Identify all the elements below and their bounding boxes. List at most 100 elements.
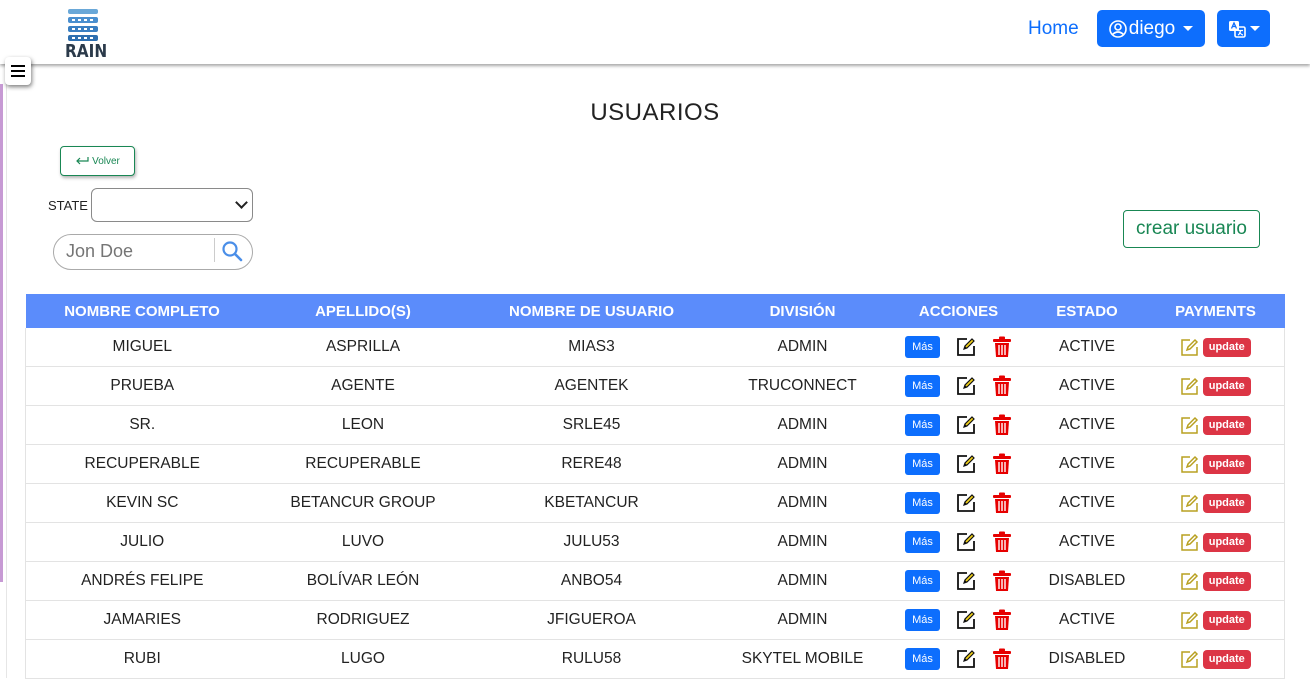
update-button[interactable]: update bbox=[1202, 376, 1251, 396]
cell-actions: Más bbox=[889, 328, 1028, 367]
trash-icon[interactable] bbox=[992, 453, 1012, 475]
create-user-button[interactable]: crear usuario bbox=[1123, 210, 1260, 248]
pencil-square-icon[interactable] bbox=[1180, 377, 1199, 396]
column-header[interactable]: APELLIDO(S) bbox=[258, 294, 468, 328]
table-row: JAMARIES RODRIGUEZ JFIGUEROA ADMIN Más ACTIVE… bbox=[25, 600, 1285, 640]
trash-icon[interactable] bbox=[992, 648, 1012, 670]
search-divider bbox=[214, 238, 215, 262]
search-input[interactable] bbox=[66, 241, 211, 262]
trash-icon[interactable] bbox=[992, 570, 1012, 592]
back-button[interactable]: Volver bbox=[60, 146, 135, 176]
nav-home-link[interactable]: Home bbox=[1028, 18, 1079, 40]
search-icon[interactable] bbox=[221, 240, 243, 262]
cell-surname: BETANCUR GROUP bbox=[258, 483, 468, 523]
update-button[interactable]: update bbox=[1202, 610, 1251, 630]
more-button[interactable]: Más bbox=[905, 453, 940, 475]
cell-name: RUBI bbox=[25, 639, 259, 679]
sidebar-toggle-button[interactable] bbox=[5, 57, 31, 85]
cell-username: SRLE45 bbox=[467, 405, 716, 445]
update-button[interactable]: update bbox=[1202, 571, 1251, 591]
cell-payments: update bbox=[1146, 561, 1285, 601]
more-button[interactable]: Más bbox=[905, 336, 940, 358]
pencil-square-icon[interactable] bbox=[1180, 533, 1199, 552]
cell-actions: Más bbox=[889, 405, 1028, 445]
users-table: NOMBRE COMPLETO APELLIDO(S) NOMBRE DE US… bbox=[25, 294, 1285, 679]
column-header[interactable]: NOMBRE DE USUARIO bbox=[467, 294, 716, 328]
language-menu-button[interactable] bbox=[1217, 10, 1270, 47]
more-button[interactable]: Más bbox=[905, 375, 940, 397]
cell-name: ANDRÉS FELIPE bbox=[25, 561, 259, 601]
update-button[interactable]: update bbox=[1202, 649, 1251, 669]
edit-icon[interactable] bbox=[956, 610, 976, 630]
cell-division: TRUCONNECT bbox=[715, 366, 890, 406]
edit-icon[interactable] bbox=[956, 415, 976, 435]
edit-icon[interactable] bbox=[956, 649, 976, 669]
column-header[interactable]: ESTADO bbox=[1027, 294, 1147, 328]
cell-payments: update bbox=[1146, 600, 1285, 640]
cell-name: SR. bbox=[25, 405, 259, 445]
edit-icon[interactable] bbox=[956, 532, 976, 552]
user-menu-button[interactable]: diego bbox=[1097, 10, 1205, 47]
trash-icon[interactable] bbox=[992, 336, 1012, 358]
table-header-row: NOMBRE COMPLETO APELLIDO(S) NOMBRE DE US… bbox=[25, 294, 1285, 328]
cell-username: KBETANCUR bbox=[467, 483, 716, 523]
trash-icon[interactable] bbox=[992, 375, 1012, 397]
more-button[interactable]: Más bbox=[905, 570, 940, 592]
cell-division: ADMIN bbox=[715, 600, 890, 640]
cell-username: RERE48 bbox=[467, 444, 716, 484]
pencil-square-icon[interactable] bbox=[1180, 650, 1199, 669]
cell-status: ACTIVE bbox=[1027, 483, 1147, 523]
table-row: JULIO LUVO JULU53 ADMIN Más ACTIVE update bbox=[25, 522, 1285, 562]
more-button[interactable]: Más bbox=[905, 648, 940, 670]
pencil-square-icon[interactable] bbox=[1180, 572, 1199, 591]
trash-icon[interactable] bbox=[992, 492, 1012, 514]
cell-actions: Más bbox=[889, 522, 1028, 562]
update-button[interactable]: update bbox=[1202, 493, 1251, 513]
update-button[interactable]: update bbox=[1202, 415, 1251, 435]
update-button[interactable]: update bbox=[1202, 337, 1251, 357]
table-row: RUBI LUGO RULU58 SKYTEL MOBILE Más DISABLED up… bbox=[25, 639, 1285, 679]
page-title: USUARIOS bbox=[590, 99, 720, 126]
pencil-square-icon[interactable] bbox=[1180, 416, 1199, 435]
more-button[interactable]: Más bbox=[905, 492, 940, 514]
cell-division: SKYTEL MOBILE bbox=[715, 639, 890, 679]
more-button[interactable]: Más bbox=[905, 531, 940, 553]
cell-actions: Más bbox=[889, 600, 1028, 640]
cell-status: DISABLED bbox=[1027, 639, 1147, 679]
top-navbar: RAIN Home diego bbox=[0, 0, 1310, 64]
column-header[interactable]: NOMBRE COMPLETO bbox=[25, 294, 259, 328]
pencil-square-icon[interactable] bbox=[1180, 611, 1199, 630]
table-row: KEVIN SC BETANCUR GROUP KBETANCUR ADMIN Más A… bbox=[25, 483, 1285, 523]
cell-payments: update bbox=[1146, 405, 1285, 445]
back-button-label: Volver bbox=[92, 155, 120, 167]
edit-icon[interactable] bbox=[956, 571, 976, 591]
cell-payments: update bbox=[1146, 366, 1285, 406]
more-button[interactable]: Más bbox=[905, 414, 940, 436]
state-filter-label: STATE bbox=[48, 198, 88, 213]
edit-icon[interactable] bbox=[956, 493, 976, 513]
trash-icon[interactable] bbox=[992, 531, 1012, 553]
cell-payments: update bbox=[1146, 328, 1285, 367]
cell-status: ACTIVE bbox=[1027, 366, 1147, 406]
update-button[interactable]: update bbox=[1202, 454, 1251, 474]
cell-name: JAMARIES bbox=[25, 600, 259, 640]
chevron-down-icon bbox=[235, 196, 248, 209]
pencil-square-icon[interactable] bbox=[1180, 455, 1199, 474]
edit-icon[interactable] bbox=[956, 454, 976, 474]
cell-name: PRUEBA bbox=[25, 366, 259, 406]
trash-icon[interactable] bbox=[992, 609, 1012, 631]
pencil-square-icon[interactable] bbox=[1180, 494, 1199, 513]
pencil-square-icon[interactable] bbox=[1180, 338, 1199, 357]
cell-surname: RODRIGUEZ bbox=[258, 600, 468, 640]
column-header[interactable]: DIVISIÓN bbox=[715, 294, 890, 328]
cell-surname: LUGO bbox=[258, 639, 468, 679]
cell-surname: RECUPERABLE bbox=[258, 444, 468, 484]
cell-username: RULU58 bbox=[467, 639, 716, 679]
update-button[interactable]: update bbox=[1202, 532, 1251, 552]
state-filter-select[interactable] bbox=[91, 188, 253, 222]
more-button[interactable]: Más bbox=[905, 609, 940, 631]
edit-icon[interactable] bbox=[956, 376, 976, 396]
trash-icon[interactable] bbox=[992, 414, 1012, 436]
edit-icon[interactable] bbox=[956, 337, 976, 357]
logo-text: RAIN bbox=[65, 41, 108, 62]
